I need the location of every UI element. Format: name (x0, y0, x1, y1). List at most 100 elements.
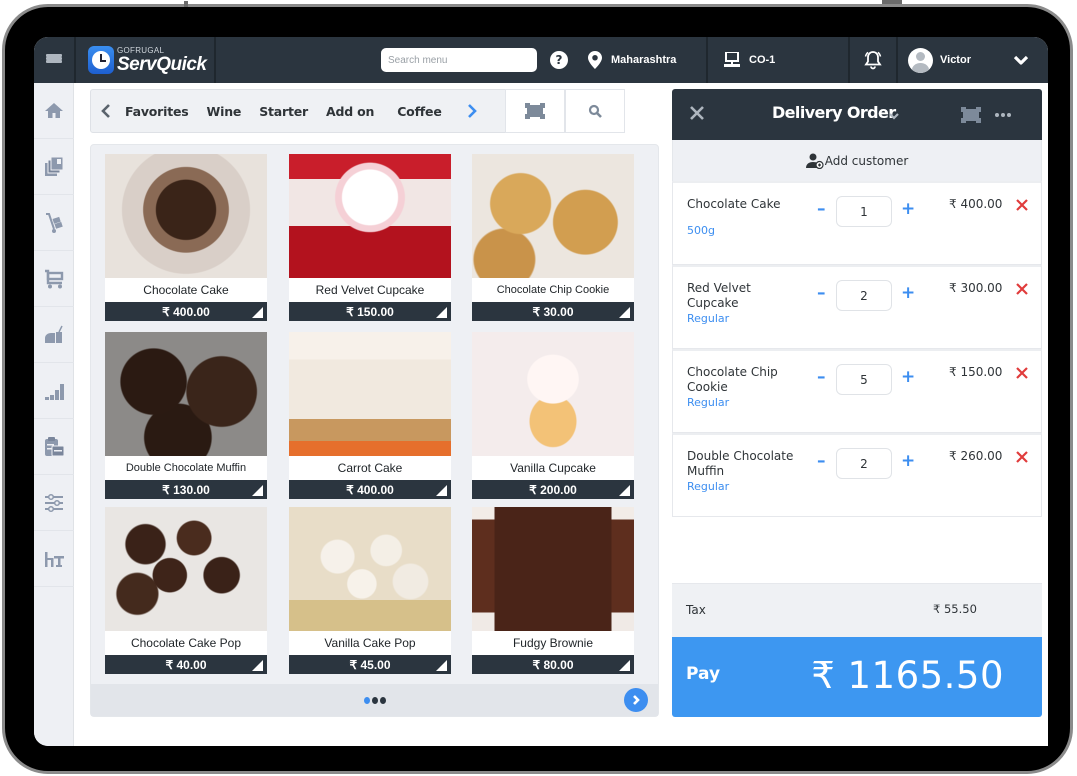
product-card[interactable]: Chocolate Cake Pop ₹ 40.00 (105, 507, 267, 677)
chevron-down-icon[interactable] (1014, 55, 1028, 65)
hand-truck-icon (46, 212, 63, 233)
remove-item-icon[interactable] (1016, 451, 1028, 463)
search-menu-input[interactable] (381, 48, 537, 72)
user-menu[interactable]: Victor (898, 37, 1048, 83)
fullscreen-icon (525, 103, 545, 119)
sliders-icon (45, 493, 63, 512)
search-products-button[interactable] (565, 89, 625, 133)
sidebar-item-home[interactable] (34, 83, 74, 139)
page-dot[interactable] (371, 696, 378, 704)
menu-button[interactable] (34, 37, 74, 83)
chevron-down-icon[interactable] (889, 113, 899, 120)
price-text: ₹ 400.00 (346, 482, 394, 497)
category-next-button[interactable] (457, 89, 487, 133)
pagination (91, 684, 658, 716)
app-logo: GOFRUGAL ServQuick (76, 37, 214, 83)
notifications-button[interactable] (850, 37, 896, 83)
increase-qty-button[interactable]: + (901, 201, 915, 218)
category-bar: Favorites Wine Starter Add on Coffee (90, 89, 506, 133)
order-line: Chocolate Cake 500g – + ₹ 400.00 (672, 181, 1042, 265)
fullscreen-button[interactable] (505, 89, 565, 133)
hamburger-icon (46, 53, 62, 67)
product-card[interactable]: Vanilla Cake Pop ₹ 45.00 (289, 507, 451, 677)
price-text: ₹ 40.00 (165, 657, 207, 672)
add-customer-button[interactable]: Add customer (672, 140, 1042, 181)
line-item-variant[interactable]: Regular (687, 480, 729, 493)
order-type-title[interactable]: Delivery Order (772, 103, 896, 122)
product-card[interactable]: Fudgy Brownie ₹ 80.00 (472, 507, 634, 677)
more-options-icon[interactable] (995, 113, 1013, 117)
line-item-name: Double Chocolate Muffin (687, 449, 794, 478)
sidebar-item-billing[interactable] (34, 419, 74, 475)
product-price: ₹ 150.00 (289, 302, 451, 321)
tax-label: Tax (686, 603, 706, 617)
price-text: ₹ 400.00 (162, 304, 210, 319)
terminal-selector[interactable]: CO-1 (708, 37, 848, 83)
remove-item-icon[interactable] (1016, 367, 1028, 379)
line-item-variant[interactable]: Regular (687, 396, 729, 409)
close-icon[interactable] (688, 104, 706, 122)
increase-qty-button[interactable]: + (901, 285, 915, 302)
pay-button[interactable]: Pay ₹ 1165.50 (672, 637, 1042, 717)
sidebar-item-settings[interactable] (34, 475, 74, 531)
page-dot[interactable] (363, 696, 370, 704)
product-name: Vanilla Cupcake (472, 456, 634, 480)
sidebar-item-purchase[interactable] (34, 251, 74, 307)
product-image (289, 154, 451, 278)
category-tab-add-on[interactable]: Add on (317, 104, 383, 119)
product-card[interactable]: Double Chocolate Muffin ₹ 130.00 (105, 332, 267, 502)
increase-qty-button[interactable]: + (901, 453, 915, 470)
product-card[interactable]: Chocolate Chip Cookie ₹ 30.00 (472, 154, 634, 324)
quantity-input[interactable] (836, 280, 892, 311)
order-line: Chocolate Chip Cookie Regular – + ₹ 150.00 (672, 349, 1042, 433)
chevron-left-icon (101, 104, 110, 118)
price-text: ₹ 150.00 (346, 304, 394, 319)
category-tab-favorites[interactable]: Favorites (121, 104, 198, 119)
corner-indicator-icon (619, 660, 630, 671)
category-tab-coffee[interactable]: Coffee (383, 104, 450, 119)
decrease-qty-button[interactable]: – (817, 369, 826, 386)
sidebar-item-reports[interactable] (34, 363, 74, 419)
line-item-name: Chocolate Chip Cookie (687, 365, 778, 394)
line-item-variant[interactable]: 500g (687, 224, 715, 237)
product-image (472, 332, 634, 456)
product-name: Carrot Cake (289, 456, 451, 480)
decrease-qty-button[interactable]: – (817, 453, 826, 470)
help-icon[interactable]: ? (550, 51, 568, 69)
product-card[interactable]: Chocolate Cake ₹ 400.00 (105, 154, 267, 324)
decrease-qty-button[interactable]: – (817, 285, 826, 302)
location-pin-icon (588, 51, 602, 69)
decrease-qty-button[interactable]: – (817, 201, 826, 218)
product-name: Chocolate Cake (105, 278, 267, 302)
product-name: Chocolate Chip Cookie (472, 278, 634, 302)
location-selector[interactable]: Maharashtra (588, 51, 706, 69)
product-price: ₹ 400.00 (289, 480, 451, 499)
increase-qty-button[interactable]: + (901, 369, 915, 386)
corner-indicator-icon (252, 307, 263, 318)
product-grid: Chocolate Cake ₹ 400.00 Red Velvet Cupcake… (90, 144, 659, 717)
page-dot[interactable] (379, 696, 386, 704)
line-item-variant[interactable]: Regular (687, 312, 729, 325)
price-text: ₹ 30.00 (532, 304, 574, 319)
category-prev-button[interactable] (91, 89, 121, 133)
remove-item-icon[interactable] (1016, 199, 1028, 211)
sidebar-item-tables[interactable] (34, 531, 74, 587)
quantity-input[interactable] (836, 196, 892, 227)
quantity-input[interactable] (836, 448, 892, 479)
sidebar-item-kitchen[interactable] (34, 307, 74, 363)
product-card[interactable]: Red Velvet Cupcake ₹ 150.00 (289, 154, 451, 324)
location-name: Maharashtra (611, 54, 677, 66)
product-card[interactable]: Vanilla Cupcake ₹ 200.00 (472, 332, 634, 502)
line-item-name: Chocolate Cake (687, 197, 781, 211)
category-tab-starter[interactable]: Starter (250, 104, 317, 119)
bell-icon (864, 51, 882, 70)
remove-item-icon[interactable] (1016, 283, 1028, 295)
fullscreen-icon[interactable] (960, 107, 982, 123)
pay-label: Pay (686, 664, 721, 684)
quantity-input[interactable] (836, 364, 892, 395)
sidebar-item-delivery[interactable] (34, 195, 74, 251)
next-page-button[interactable] (624, 688, 648, 712)
sidebar-item-catalog[interactable] (34, 139, 74, 195)
category-tab-wine[interactable]: Wine (198, 104, 251, 119)
product-card[interactable]: Carrot Cake ₹ 400.00 (289, 332, 451, 502)
